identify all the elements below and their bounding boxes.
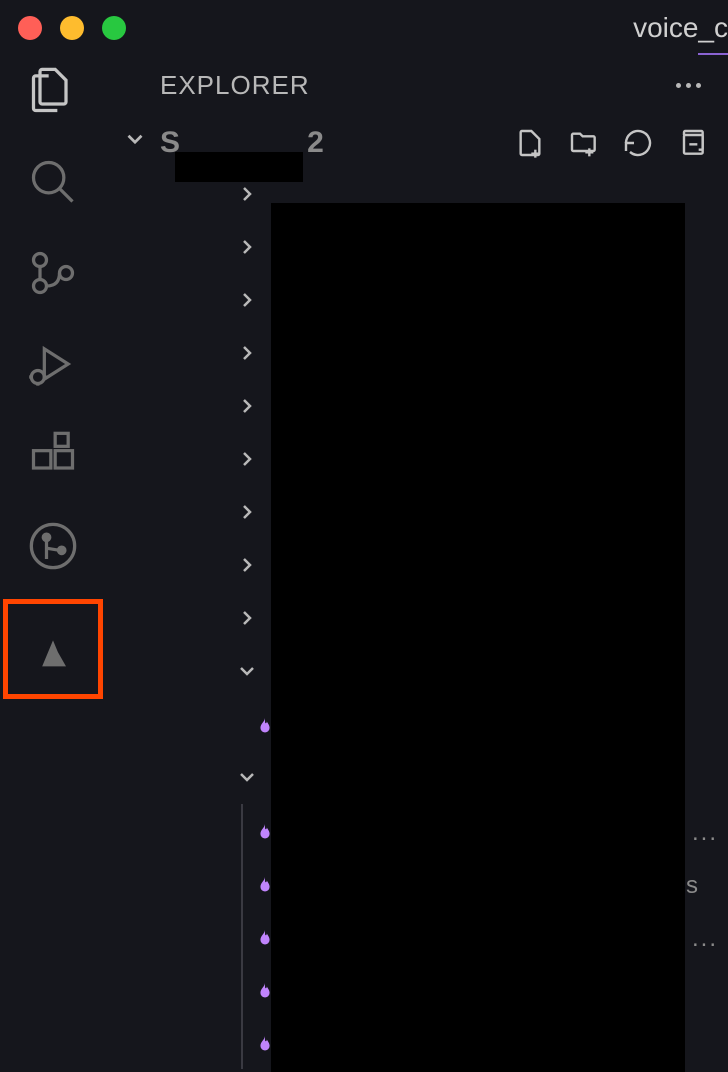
- chevron-right-icon: [235, 447, 263, 476]
- new-file-icon[interactable]: [514, 127, 546, 159]
- new-folder-icon[interactable]: [568, 127, 600, 159]
- atlassian-tab-icon[interactable]: [3, 599, 103, 699]
- chevron-right-icon: [235, 606, 263, 635]
- file-label-trailing: ...: [692, 925, 718, 953]
- chevron-right-icon: [235, 235, 263, 264]
- search-tab-icon[interactable]: [25, 154, 81, 210]
- maximize-window-button[interactable]: [102, 16, 126, 40]
- redacted-area: [271, 203, 685, 1072]
- workspace-actions: [514, 127, 708, 159]
- chevron-right-icon: [235, 288, 263, 317]
- chevron-down-icon: [120, 126, 150, 159]
- file-label-trailing: s: [686, 872, 698, 900]
- active-tab-underline: [698, 53, 728, 55]
- chevron-down-icon: [235, 659, 263, 688]
- refresh-icon[interactable]: [622, 127, 654, 159]
- chevron-right-icon: [235, 394, 263, 423]
- title-bar: voice_c: [0, 0, 728, 55]
- sidebar-more-actions[interactable]: [668, 75, 708, 95]
- more-icon: [668, 75, 708, 95]
- chevron-right-icon: [235, 500, 263, 529]
- redacted-workspace-name: [175, 152, 303, 182]
- minimize-window-button[interactable]: [60, 16, 84, 40]
- file-label-trailing: ...: [692, 819, 718, 847]
- window-title: voice_c: [633, 12, 728, 44]
- chevron-right-icon: [235, 182, 263, 211]
- close-window-button[interactable]: [18, 16, 42, 40]
- git-graph-tab-icon[interactable]: [25, 518, 81, 574]
- sidebar-header: EXPLORER: [105, 55, 728, 115]
- explorer-tab-icon[interactable]: [25, 63, 81, 119]
- run-debug-tab-icon[interactable]: [25, 336, 81, 392]
- collapse-all-icon[interactable]: [676, 127, 708, 159]
- extensions-tab-icon[interactable]: [25, 427, 81, 483]
- traffic-lights: [18, 16, 126, 40]
- activity-bar: [0, 55, 105, 1072]
- source-control-tab-icon[interactable]: [25, 245, 81, 301]
- sidebar-title: EXPLORER: [160, 70, 310, 101]
- chevron-right-icon: [235, 341, 263, 370]
- chevron-down-icon: [235, 765, 263, 794]
- chevron-right-icon: [235, 553, 263, 582]
